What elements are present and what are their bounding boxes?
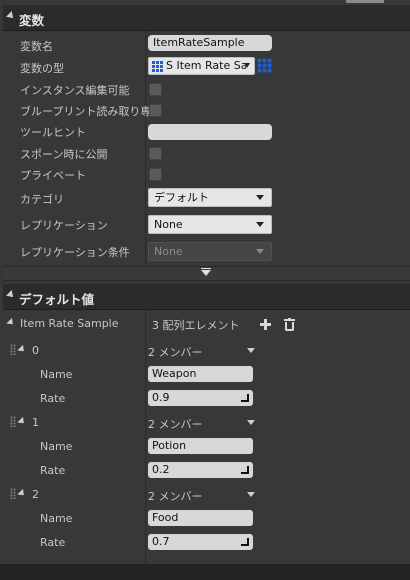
element-index: 1 — [32, 416, 39, 429]
element-index: 2 — [32, 488, 39, 501]
element-name-input[interactable]: Potion — [148, 438, 253, 454]
element-rate-value: 0.7 — [152, 535, 170, 548]
element-rate-value: 0.2 — [152, 463, 170, 476]
trash-icon[interactable] — [284, 318, 295, 331]
element-members: 2 メンバー — [148, 346, 203, 359]
element-index: 0 — [32, 344, 39, 357]
element-rate-input[interactable]: 0.7 — [148, 534, 253, 550]
chevron-down-icon[interactable] — [247, 348, 255, 353]
advanced-expander[interactable] — [3, 266, 410, 281]
element-rate-label: Rate — [40, 536, 66, 549]
column-divider[interactable] — [145, 284, 146, 564]
array-label: Item Rate Sample — [20, 317, 119, 330]
replication-label: レプリケーション — [20, 219, 108, 232]
chevron-down-icon[interactable] — [247, 420, 255, 425]
variable-section-title: 変数 — [19, 13, 45, 28]
variable-section-header[interactable]: 変数 — [3, 5, 410, 31]
element-members: 2 メンバー — [148, 490, 203, 503]
element-rate-label: Rate — [40, 464, 66, 477]
element-name-label: Name — [40, 512, 73, 525]
element-rate-input[interactable]: 0.9 — [148, 390, 253, 406]
default-value-section-title: デフォルト値 — [19, 292, 95, 307]
instance-editable-checkbox[interactable] — [149, 83, 162, 96]
collapse-triangle-icon — [6, 11, 16, 21]
variable-name-label: 変数名 — [20, 40, 53, 53]
element-rate-label: Rate — [40, 392, 66, 405]
container-type-grid-icon[interactable] — [257, 58, 272, 73]
chevron-down-icon — [244, 63, 250, 68]
tooltip-label: ツールヒント — [20, 126, 86, 139]
drag-handle-icon[interactable] — [10, 416, 16, 427]
element-name-value: Food — [152, 511, 179, 524]
array-summary: 3 配列エレメント — [152, 319, 240, 332]
panel-footer — [0, 564, 410, 580]
replication-condition-value: None — [154, 245, 183, 258]
column-divider[interactable] — [145, 5, 146, 265]
replication-condition-dropdown: None — [148, 242, 272, 261]
expose-on-spawn-label: スポーン時に公開 — [20, 148, 108, 161]
struct-grid-icon — [152, 61, 163, 72]
element-rate-input[interactable]: 0.2 — [148, 462, 253, 478]
element-name-value: Weapon — [152, 367, 197, 380]
private-label: プライベート — [20, 169, 86, 182]
blueprint-readonly-checkbox[interactable] — [149, 104, 162, 117]
drag-handle-icon[interactable] — [10, 488, 16, 499]
element-name-input[interactable]: Weapon — [148, 366, 253, 382]
variable-type-value: S Item Rate Sam — [166, 59, 246, 72]
category-dropdown[interactable]: デフォルト — [148, 188, 272, 207]
expand-arrow-icon — [201, 270, 211, 276]
element-name-label: Name — [40, 440, 73, 453]
element-name-value: Potion — [152, 439, 187, 452]
add-element-icon[interactable] — [260, 319, 271, 330]
element-members: 2 メンバー — [148, 418, 203, 431]
variable-type-label: 変数の型 — [20, 62, 64, 75]
tooltip-input[interactable] — [148, 124, 272, 140]
scrollbar-thumb[interactable] — [346, 0, 384, 3]
replication-condition-label: レプリケーション条件 — [20, 246, 130, 259]
collapse-triangle-icon — [6, 290, 16, 300]
category-value: デフォルト — [154, 191, 209, 204]
resize-handle-icon — [241, 538, 249, 546]
replication-dropdown[interactable]: None — [148, 215, 272, 234]
expose-on-spawn-checkbox[interactable] — [149, 147, 162, 160]
drag-handle-icon[interactable] — [10, 344, 16, 355]
expand-bar-icon — [201, 268, 211, 269]
element-name-label: Name — [40, 368, 73, 381]
replication-value: None — [154, 218, 183, 231]
chevron-down-icon — [256, 249, 264, 254]
private-checkbox[interactable] — [149, 168, 162, 181]
chevron-down-icon — [256, 195, 264, 200]
chevron-down-icon[interactable] — [247, 492, 255, 497]
variable-type-dropdown[interactable]: S Item Rate Sam — [148, 57, 255, 75]
element-rate-value: 0.9 — [152, 391, 170, 404]
category-label: カテゴリ — [20, 193, 64, 206]
resize-handle-icon — [241, 466, 249, 474]
resize-handle-icon — [241, 394, 249, 402]
blueprint-readonly-label: ブループリント読み取り専 — [20, 105, 152, 118]
default-value-section-header[interactable]: デフォルト値 — [3, 284, 410, 310]
variable-name-input[interactable]: ItemRateSample — [148, 35, 272, 51]
chevron-down-icon — [256, 222, 264, 227]
instance-editable-label: インスタンス編集可能 — [20, 84, 130, 97]
element-name-input[interactable]: Food — [148, 510, 253, 526]
